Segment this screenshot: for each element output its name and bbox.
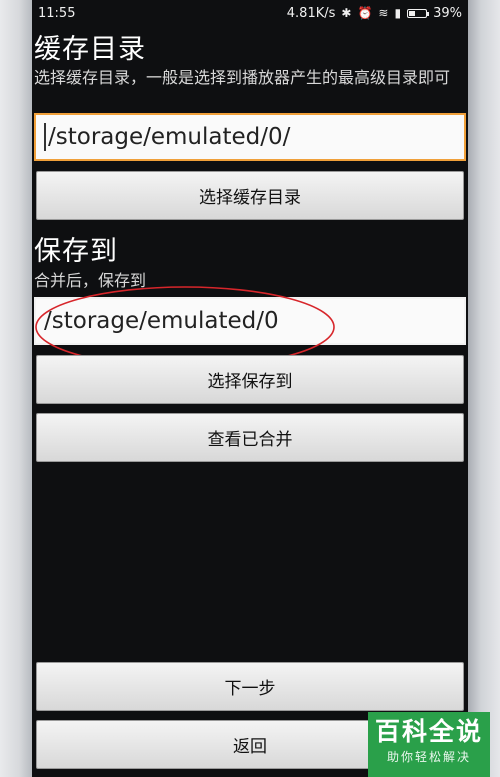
wifi-icon: ≋ bbox=[378, 6, 389, 20]
view-merged-button[interactable]: 查看已合并 bbox=[36, 413, 464, 462]
cache-path-input[interactable]: /storage/emulated/0/ bbox=[34, 113, 466, 161]
cache-title: 缓存目录 bbox=[34, 34, 146, 65]
device-bezel-right bbox=[468, 0, 500, 777]
bluetooth-icon: ✱ bbox=[341, 6, 352, 20]
net-speed: 4.81K/s bbox=[286, 5, 336, 21]
cache-description: 选择缓存目录，一般是选择到播放器产生的最高级目录即可 bbox=[34, 68, 451, 87]
battery-icon bbox=[407, 8, 430, 18]
save-title: 保存到 bbox=[34, 236, 118, 267]
next-step-button[interactable]: 下一步 bbox=[36, 662, 464, 711]
status-bar: 11:55 4.81K/s ✱ ⏰ ≋ ▮ 39% bbox=[32, 0, 468, 26]
select-cache-dir-button[interactable]: 选择缓存目录 bbox=[36, 171, 464, 220]
battery-fill bbox=[409, 10, 416, 16]
signal-icon: ▮ bbox=[394, 6, 402, 20]
watermark-sub-text: 助你轻松解决 bbox=[386, 750, 471, 764]
watermark-main-text: 百科全说 bbox=[374, 717, 483, 746]
save-path-input[interactable]: /storage/emulated/0 bbox=[34, 297, 466, 345]
watermark-logo: 百科全说 助你轻松解决 bbox=[368, 712, 490, 777]
phone-screen: 11:55 4.81K/s ✱ ⏰ ≋ ▮ 39% 缓存目录 选择缓存目录，一般… bbox=[32, 0, 468, 777]
select-save-to-button[interactable]: 选择保存到 bbox=[36, 355, 464, 404]
cache-path-value: /storage/emulated/0/ bbox=[48, 124, 291, 150]
text-cursor bbox=[44, 123, 46, 151]
battery-percent: 39% bbox=[433, 5, 462, 21]
save-description: 合并后，保存到 bbox=[34, 271, 147, 290]
save-path-value: /storage/emulated/0 bbox=[44, 308, 279, 334]
device-bezel-left bbox=[0, 0, 32, 777]
status-icons: 4.81K/s ✱ ⏰ ≋ ▮ 39% bbox=[287, 6, 462, 21]
alarm-icon: ⏰ bbox=[357, 6, 373, 20]
status-time: 11:55 bbox=[38, 5, 76, 21]
